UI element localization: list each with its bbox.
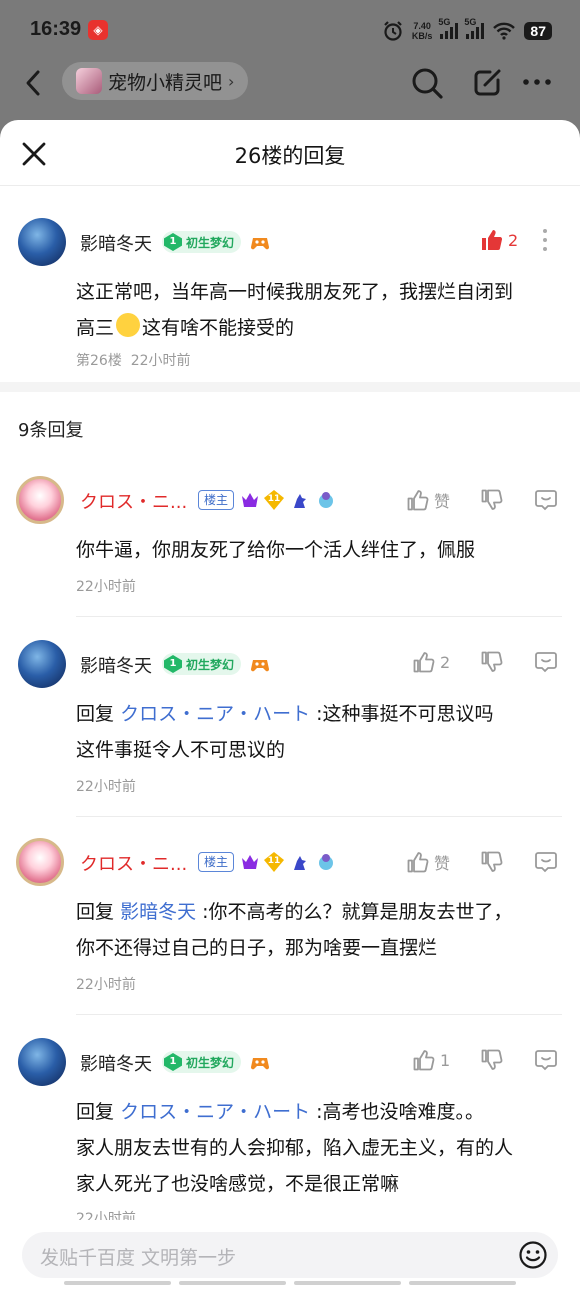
- chevron-right-icon: ›: [228, 71, 235, 91]
- post-meta: 第26楼 22小时前: [76, 353, 191, 369]
- thumb-down-icon[interactable]: [480, 488, 504, 512]
- reply-input[interactable]: 发贴千百度 文明第一步: [22, 1232, 558, 1278]
- author-name[interactable]: 影暗冬天: [80, 652, 152, 678]
- avatar[interactable]: [18, 1038, 66, 1086]
- emoji-icon[interactable]: [518, 1240, 548, 1270]
- alarm-icon: [384, 21, 402, 41]
- signal-icon-2: 5G: [464, 17, 485, 39]
- thumb-up-icon: [413, 1050, 435, 1071]
- comment-icon[interactable]: [534, 850, 558, 874]
- level-badge: 1 初生梦幻: [162, 653, 242, 675]
- like-label: 赞: [434, 492, 451, 511]
- reply-text: 回复 クロス・ニア・ハート :这种事挺不可思议吗 这件事挺令人不可思议的: [76, 703, 494, 761]
- unicorn-badge-icon: [294, 856, 306, 870]
- gold-level-badge: 11: [264, 490, 284, 510]
- thumb-down-icon[interactable]: [480, 650, 504, 674]
- crown-badge-icon: [242, 855, 258, 869]
- forum-name: 宠物小精灵吧: [108, 71, 223, 94]
- reply-time: 22小时前: [76, 779, 136, 795]
- avatar[interactable]: [16, 476, 64, 524]
- game-badge-icon: [250, 660, 270, 672]
- avatar[interactable]: [16, 838, 64, 886]
- more-vertical-icon[interactable]: [542, 228, 548, 252]
- thumb-up-icon: [407, 852, 429, 873]
- avatar[interactable]: [18, 218, 66, 266]
- reply-input-placeholder: 发贴千百度 文明第一步: [40, 1247, 237, 1269]
- game-badge-icon: [250, 1058, 270, 1070]
- like-label: 赞: [434, 854, 451, 873]
- like-button[interactable]: 赞: [406, 850, 450, 874]
- notification-app-icon: ◈: [88, 20, 108, 40]
- reply-to-link[interactable]: クロス・ニア・ハート: [120, 703, 310, 725]
- battery-indicator: 87: [524, 22, 552, 40]
- owner-tag: 楼主: [198, 490, 235, 510]
- main-post: 影暗冬天 1 初生梦幻 2 这正常吧，当年高一时候我朋友死了，我摆烂自闭到 高三…: [0, 186, 580, 382]
- game-badge-icon: [250, 238, 270, 250]
- author-name[interactable]: 影暗冬天: [80, 1050, 152, 1076]
- sheet-header: 26楼的回复: [0, 120, 580, 186]
- signal-icon-1: 5G: [438, 17, 459, 39]
- like-count: 2: [508, 230, 519, 250]
- reply-time: 22小时前: [76, 579, 136, 595]
- reply-to-link[interactable]: クロス・ニア・ハート: [120, 1101, 310, 1123]
- sheet-title: 26楼的回复: [234, 144, 346, 168]
- reply-sheet: 26楼的回复 影暗冬天 1 初生梦幻 2 这正常吧，当年高一时候我朋友死了，我摆…: [0, 120, 580, 1289]
- post-text: 这正常吧，当年高一时候我朋友死了，我摆烂自闭到 高三 这有啥不能接受的: [76, 281, 514, 339]
- unicorn-badge-icon: [294, 494, 306, 508]
- network-speed: 7.40 KB/s: [411, 21, 433, 41]
- creature-badge-icon: [319, 854, 333, 870]
- reply-to-link[interactable]: 影暗冬天: [120, 901, 196, 923]
- forum-header: 宠物小精灵吧 ›: [0, 60, 580, 108]
- owner-tag: 楼主: [198, 852, 235, 872]
- level-badge: 1 初生梦幻: [162, 231, 242, 253]
- reply-count: 9条回复: [18, 420, 84, 441]
- divider: [76, 816, 562, 817]
- comment-icon[interactable]: [534, 488, 558, 512]
- author-name[interactable]: 影暗冬天: [80, 230, 152, 256]
- reply-text: 回复 影暗冬天 :你不高考的么？就算是朋友去世了， 你不还得过自己的日子，那为啥…: [76, 901, 513, 959]
- thumb-down-icon[interactable]: [480, 1048, 504, 1072]
- level-badge: 1 初生梦幻: [162, 1051, 242, 1073]
- reply-text: 你牛逼，你朋友死了给你一个活人绊住了，佩服: [76, 539, 476, 561]
- back-arrow-icon[interactable]: [22, 68, 46, 98]
- status-icons: 7.40 KB/s 5G 5G 87: [382, 17, 552, 44]
- like-button[interactable]: 1: [412, 1048, 450, 1072]
- edit-icon[interactable]: [472, 66, 504, 98]
- author-name[interactable]: クロス・ニ...: [80, 850, 187, 876]
- more-icon[interactable]: [522, 78, 552, 86]
- gold-level-badge: 11: [264, 852, 284, 872]
- forum-avatar: [76, 68, 102, 94]
- comment-icon[interactable]: [534, 1048, 558, 1072]
- thumb-up-icon: [413, 652, 435, 673]
- home-indicator: [64, 1281, 516, 1285]
- composer-bar: 发贴千百度 文明第一步: [0, 1220, 580, 1289]
- clock: 16:39: [30, 18, 82, 40]
- comment-icon[interactable]: [534, 650, 558, 674]
- divider: [76, 616, 562, 617]
- like-button[interactable]: 赞: [406, 488, 450, 512]
- creature-badge-icon: [319, 492, 333, 508]
- like-count: 2: [440, 652, 451, 672]
- like-button[interactable]: 2: [480, 228, 518, 252]
- author-name[interactable]: クロス・ニ...: [80, 488, 187, 514]
- crown-badge-icon: [242, 493, 258, 507]
- thumb-up-icon: [482, 230, 503, 251]
- search-icon[interactable]: [410, 66, 444, 100]
- avatar[interactable]: [18, 640, 66, 688]
- thumb-up-icon: [407, 490, 429, 511]
- thinking-emoji: [116, 313, 141, 337]
- reply-text: 回复 クロス・ニア・ハート :高考也没啥难度。。 家人朋友去世有的人会抑郁，陷入…: [76, 1101, 514, 1195]
- thumb-down-icon[interactable]: [480, 850, 504, 874]
- like-count: 1: [440, 1050, 451, 1070]
- reply-time: 22小时前: [76, 977, 136, 993]
- forum-link[interactable]: 宠物小精灵吧 ›: [62, 62, 249, 100]
- section-separator: [0, 382, 580, 392]
- like-button[interactable]: 2: [412, 650, 450, 674]
- divider: [76, 1014, 562, 1015]
- status-bar: 16:39 ◈ 7.40 KB/s 5G 5G 87: [0, 0, 580, 60]
- wifi-icon: [493, 22, 516, 40]
